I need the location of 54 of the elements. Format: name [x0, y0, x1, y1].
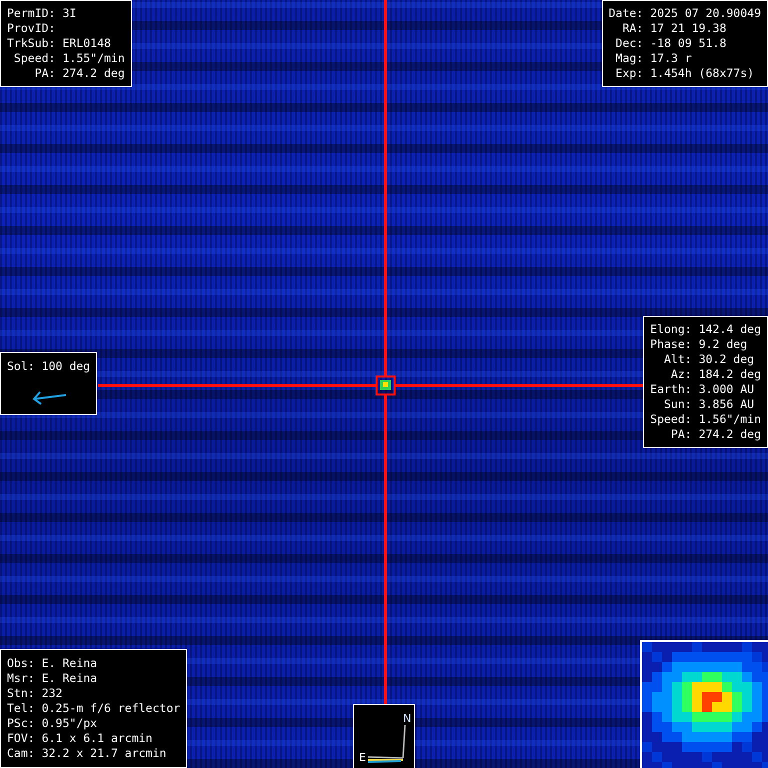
- field-label: Speed:: [650, 412, 692, 427]
- field-value: E. Reina: [42, 656, 98, 671]
- field-label: Az:: [670, 367, 692, 382]
- field-value: 274.2 deg: [698, 427, 761, 442]
- field-value: 1.56"/min: [698, 412, 761, 427]
- field-label: FOV:: [7, 731, 35, 746]
- field-value: E. Reina: [42, 671, 98, 686]
- field-value: 274.2 deg: [62, 66, 125, 81]
- field-value: 17.3 r: [650, 51, 693, 66]
- field-label: Exp:: [614, 66, 644, 81]
- field-value: 30.2 deg: [698, 352, 756, 367]
- north-label: N: [403, 712, 412, 725]
- field-value: 6.1 x 6.1 arcmin: [42, 731, 154, 746]
- field-label: Earth:: [650, 382, 692, 397]
- field-value: 3I: [62, 6, 78, 21]
- field-label: Mag:: [614, 51, 644, 66]
- field-value: 1.55"/min: [62, 51, 125, 66]
- field-value: 3.000 AU: [698, 382, 756, 397]
- arrow-icon: [32, 389, 68, 405]
- field-value: 184.2 deg: [698, 367, 761, 382]
- east-label: E: [359, 751, 366, 764]
- field-label: RA:: [621, 21, 644, 36]
- field-value: 142.4 deg: [698, 322, 761, 337]
- field-label: PA:: [670, 427, 692, 442]
- field-value: 1.454h (68x77s): [650, 66, 756, 81]
- field-value: 0.25-m f/6 reflector: [42, 701, 180, 716]
- field-label: Elong:: [650, 322, 692, 337]
- field-value: 17 21 19.38: [650, 21, 728, 36]
- field-label: Phase:: [650, 337, 692, 352]
- field-label: Date:: [608, 6, 644, 21]
- field-value: 32.2 x 21.7 arcmin: [42, 746, 168, 761]
- field-label: ProvID:: [7, 21, 56, 36]
- field-value: ERL0148: [62, 36, 112, 51]
- field-value: 232: [42, 686, 64, 701]
- field-label: Alt:: [662, 352, 692, 367]
- field-label: TrkSub:: [7, 36, 56, 51]
- field-label: Tel:: [7, 701, 35, 716]
- field-label: Cam:: [7, 746, 35, 761]
- field-value: 2025 07 20.90049: [650, 6, 761, 21]
- field-label: Sun:: [662, 397, 692, 412]
- field-value: 3.856 AU: [698, 397, 756, 412]
- field-label: PSc:: [7, 716, 35, 731]
- field-label: Stn:: [7, 686, 35, 701]
- field-label: Obs:: [7, 656, 35, 671]
- field-value: 0.95"/px: [42, 716, 98, 731]
- target-marker: [376, 376, 396, 396]
- field-value: 9.2 deg: [698, 337, 748, 352]
- field-label: PermID:: [7, 6, 56, 21]
- field-label: Speed:: [12, 51, 56, 66]
- field-label: PA:: [34, 66, 56, 81]
- sun-angle-text: Sol: 100 deg: [7, 359, 90, 374]
- field-value: -18 09 51.8: [650, 36, 728, 51]
- field-label: Dec:: [614, 36, 644, 51]
- field-label: Msr:: [7, 671, 35, 686]
